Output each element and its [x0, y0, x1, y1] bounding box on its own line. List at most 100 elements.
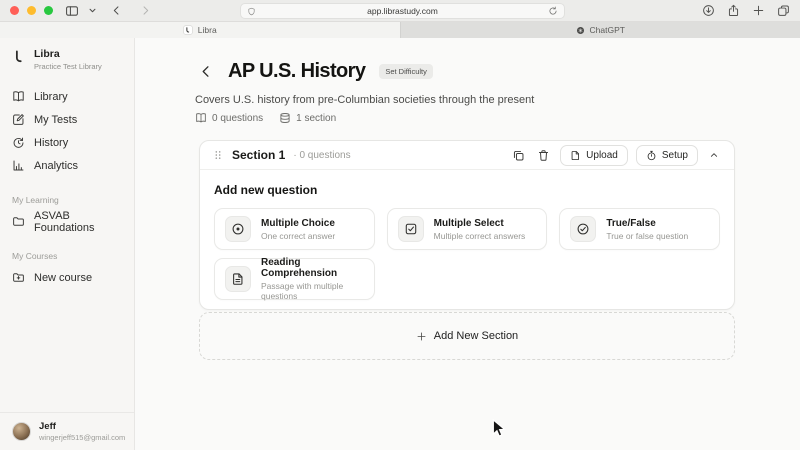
pencil-icon	[13, 114, 24, 125]
setup-label: Setup	[661, 149, 688, 161]
folder-icon	[13, 217, 24, 226]
sidebar-item-label: Analytics	[34, 159, 79, 172]
stat-label: 1 section	[296, 112, 337, 124]
copy-icon	[514, 150, 524, 160]
app-subtitle: Practice Test Library	[34, 62, 102, 71]
user-profile[interactable]: Jeff wingerjeff515@gmail.com	[0, 412, 134, 450]
stopwatch-icon	[647, 150, 656, 160]
libra-logo-icon	[12, 49, 27, 64]
minimize-window-button[interactable]	[27, 6, 36, 15]
tab-libra[interactable]: Libra	[0, 22, 401, 38]
page-title: AP U.S. History	[228, 60, 366, 82]
avatar	[12, 422, 31, 441]
delete-section-button[interactable]	[535, 147, 552, 164]
reload-icon[interactable]	[548, 6, 558, 16]
check-circle-icon	[570, 216, 597, 242]
question-type-subtitle: Multiple correct answers	[433, 230, 526, 241]
question-type-subtitle: True or false question	[606, 230, 689, 241]
chevron-up-icon	[710, 153, 718, 157]
set-difficulty-badge[interactable]: Set Difficulty	[379, 64, 433, 79]
test-description: Covers U.S. history from pre-Columbian s…	[195, 94, 535, 106]
section-title: Section 1	[232, 148, 286, 162]
add-question-heading: Add new question	[214, 183, 318, 197]
upload-label: Upload	[586, 149, 618, 161]
sidebar-item-analytics[interactable]: Analytics	[0, 154, 134, 177]
section-header: Section 1 · 0 questions Upload Setup	[200, 141, 734, 170]
question-type-true-false[interactable]: True/False True or false question	[559, 208, 720, 250]
forward-button[interactable]	[139, 4, 152, 17]
question-type-title: Reading Comprehension	[261, 257, 338, 279]
test-stats: 0 questions 1 section	[195, 112, 336, 124]
question-type-title: Multiple Choice	[261, 217, 335, 229]
app-logo-block: Libra Practice Test Library	[0, 38, 134, 71]
main-content: AP U.S. History Set Difficulty Covers U.…	[135, 38, 800, 450]
trash-icon	[539, 149, 549, 161]
question-type-multiple-select[interactable]: Multiple Select Multiple correct answers	[386, 208, 548, 250]
database-icon	[280, 113, 290, 123]
sidebar-item-asvab-foundations[interactable]: ASVAB Foundations	[0, 209, 134, 234]
questions-stat: 0 questions	[195, 112, 263, 124]
document-lines-icon	[225, 266, 251, 292]
user-email: wingerjeff515@gmail.com	[39, 433, 126, 442]
drag-handle-icon[interactable]	[212, 149, 224, 161]
sidebar-item-label: New course	[34, 271, 93, 284]
browser-chrome: app.librastudy.com	[0, 0, 800, 22]
add-section-label: Add New Section	[433, 330, 519, 342]
question-type-subtitle: One correct answer	[261, 230, 336, 241]
open-book-icon	[196, 113, 206, 123]
sidebar-toggle-icon[interactable]	[65, 4, 79, 18]
sidebar-item-label: Library	[34, 90, 68, 103]
tab-bar: Libra ChatGPT	[0, 22, 800, 38]
setup-button[interactable]: Setup	[635, 144, 698, 166]
share-icon[interactable]	[727, 4, 740, 17]
downloads-icon[interactable]	[702, 4, 715, 17]
new-tab-icon[interactable]	[752, 4, 765, 17]
question-type-subtitle: Passage with multiple questions	[261, 281, 344, 301]
zoom-window-button[interactable]	[44, 6, 53, 15]
group-title-my-learning: My Learning	[12, 195, 59, 205]
history-icon	[13, 137, 24, 148]
libra-favicon-icon	[183, 25, 193, 35]
close-window-button[interactable]	[10, 6, 19, 15]
question-type-title: Multiple Select	[433, 217, 504, 229]
bar-chart-icon	[13, 160, 24, 171]
upload-button[interactable]: Upload	[560, 144, 628, 166]
privacy-shield-icon[interactable]	[247, 7, 256, 16]
sidebar-item-label: ASVAB Foundations	[34, 209, 95, 234]
sidebar-item-library[interactable]: Library	[0, 85, 134, 108]
sidebar-item-label: History	[34, 136, 69, 149]
app-name: Libra	[34, 48, 60, 60]
address-bar[interactable]: app.librastudy.com	[240, 3, 565, 19]
group-title-my-courses: My Courses	[12, 251, 58, 261]
sections-stat: 1 section	[279, 112, 336, 124]
sidebar-item-label: My Tests	[34, 113, 78, 126]
chatgpt-favicon-icon	[576, 26, 584, 34]
question-type-multiple-choice[interactable]: Multiple Choice One correct answer	[214, 208, 375, 250]
sidebar-item-my-tests[interactable]: My Tests	[0, 108, 134, 131]
question-type-reading-comprehension[interactable]: Reading Comprehension Passage with multi…	[214, 257, 375, 301]
radio-icon	[225, 216, 251, 242]
stat-label: 0 questions	[212, 112, 264, 124]
sidebar: Libra Practice Test Library Library My T…	[0, 38, 135, 450]
add-new-section-button[interactable]: Add New Section	[199, 312, 735, 360]
back-button[interactable]	[110, 4, 123, 17]
sidebar-item-new-course[interactable]: New course	[0, 266, 134, 289]
user-name: Jeff	[39, 421, 56, 432]
tab-overview-icon[interactable]	[777, 4, 790, 17]
chevron-down-icon[interactable]	[89, 7, 96, 14]
question-type-title: True/False	[606, 217, 656, 229]
section-question-count: · 0 questions	[293, 149, 351, 161]
folder-plus-icon	[13, 273, 24, 282]
section-panel: Section 1 · 0 questions Upload Setup Add…	[199, 140, 735, 310]
file-icon	[571, 150, 580, 160]
sidebar-item-history[interactable]: History	[0, 131, 134, 154]
tab-label: Libra	[197, 25, 217, 35]
duplicate-section-button[interactable]	[510, 147, 527, 164]
tab-label: ChatGPT	[589, 25, 625, 35]
book-icon	[13, 91, 24, 102]
url-text: app.librastudy.com	[367, 6, 438, 16]
back-arrow-button[interactable]	[199, 64, 214, 79]
tab-chatgpt[interactable]: ChatGPT	[401, 22, 800, 38]
collapse-section-button[interactable]	[706, 147, 722, 163]
window-controls	[10, 6, 53, 15]
